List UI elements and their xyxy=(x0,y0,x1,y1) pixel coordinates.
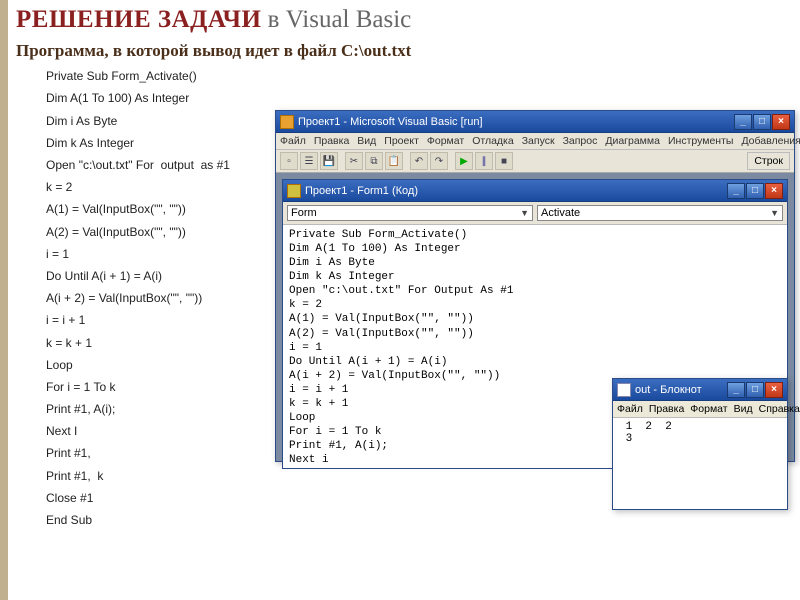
procedure-dropdown-value: Activate xyxy=(541,207,580,219)
notepad-title: out - Блокнот xyxy=(635,384,727,396)
notepad-maximize-button[interactable]: □ xyxy=(746,382,764,398)
notepad-menu-item[interactable]: Правка xyxy=(649,403,684,415)
slide-subtitle: Программа, в которой вывод идет в файл C… xyxy=(16,40,792,61)
title-rest: в Visual Basic xyxy=(261,6,411,33)
chevron-down-icon: ▼ xyxy=(520,208,529,218)
menu-item[interactable]: Запуск xyxy=(522,135,555,147)
vb-app-icon xyxy=(280,115,294,129)
toolbar-copy-icon[interactable]: ⧉ xyxy=(365,152,383,170)
ide-menubar: Файл Правка Вид Проект Формат Отладка Запуск За… xyxy=(276,133,794,150)
notepad-titlebar[interactable]: out - Блокнот _ □ × xyxy=(613,379,787,401)
menu-item[interactable]: Отладка xyxy=(472,135,514,147)
slide-left-accent xyxy=(0,0,8,600)
minimize-button[interactable]: _ xyxy=(734,114,752,130)
notepad-menu-item[interactable]: Файл xyxy=(617,403,643,415)
notepad-close-button[interactable]: × xyxy=(765,382,783,398)
codewin-minimize-button[interactable]: _ xyxy=(727,183,745,199)
toolbar-undo-icon[interactable]: ↶ xyxy=(410,152,428,170)
menu-item[interactable]: Файл xyxy=(280,135,306,147)
maximize-button[interactable]: □ xyxy=(753,114,771,130)
toolbar-open-icon[interactable]: ☰ xyxy=(300,152,318,170)
notepad-menu-item[interactable]: Формат xyxy=(690,403,727,415)
notepad-menu-item[interactable]: Справка xyxy=(759,403,800,415)
menu-item[interactable]: Формат xyxy=(427,135,464,147)
toolbar-pause-icon[interactable]: ∥ xyxy=(475,152,493,170)
notepad-menubar: ФайлПравкаФорматВидСправка xyxy=(613,401,787,418)
ide-title: Проект1 - Microsoft Visual Basic [run] xyxy=(298,116,734,128)
chevron-down-icon: ▼ xyxy=(770,208,779,218)
object-dropdown-value: Form xyxy=(291,207,317,219)
menu-item[interactable]: Инструменты xyxy=(668,135,733,147)
codewin-maximize-button[interactable]: □ xyxy=(746,183,764,199)
code-line: Dim A(1 To 100) As Integer xyxy=(46,87,792,109)
notepad-icon xyxy=(617,383,631,397)
menu-item[interactable]: Правка xyxy=(314,135,349,147)
menu-item[interactable]: Добавления xyxy=(741,135,800,147)
menu-item[interactable]: Вид xyxy=(357,135,376,147)
toolbar-cut-icon[interactable]: ✂ xyxy=(345,152,363,170)
object-dropdown[interactable]: Form ▼ xyxy=(287,205,533,221)
close-button[interactable]: × xyxy=(772,114,790,130)
menu-item[interactable]: Диаграмма xyxy=(605,135,660,147)
code-line: Private Sub Form_Activate() xyxy=(46,65,792,87)
menu-item[interactable]: Запрос xyxy=(563,135,598,147)
toolbar-paste-icon[interactable]: 📋 xyxy=(385,152,403,170)
codewin-titlebar[interactable]: Проект1 - Form1 (Код) _ □ × xyxy=(283,180,787,202)
notepad-window: out - Блокнот _ □ × ФайлПравкаФорматВидС… xyxy=(612,378,788,510)
code-line: End Sub xyxy=(46,509,792,531)
toolbar-new-icon[interactable]: ▫ xyxy=(280,152,298,170)
ide-toolbar: ▫ ☰ 💾 ✂ ⧉ 📋 ↶ ↷ ▶ ∥ ■ Строк xyxy=(276,150,794,173)
slide-title: РЕШЕНИЕ ЗАДАЧИ в Visual Basic xyxy=(16,6,792,34)
codewin-icon xyxy=(287,184,301,198)
procedure-dropdown[interactable]: Activate ▼ xyxy=(537,205,783,221)
toolbar-stop-icon[interactable]: ■ xyxy=(495,152,513,170)
notepad-minimize-button[interactable]: _ xyxy=(727,382,745,398)
codewin-title: Проект1 - Form1 (Код) xyxy=(305,185,727,197)
title-red: РЕШЕНИЕ ЗАДАЧИ xyxy=(16,6,261,33)
toolbar-status: Строк xyxy=(747,152,790,170)
notepad-content[interactable]: 1 2 2 3 xyxy=(613,418,787,508)
toolbar-run-icon[interactable]: ▶ xyxy=(455,152,473,170)
toolbar-save-icon[interactable]: 💾 xyxy=(320,152,338,170)
codewin-close-button[interactable]: × xyxy=(765,183,783,199)
toolbar-redo-icon[interactable]: ↷ xyxy=(430,152,448,170)
menu-item[interactable]: Проект xyxy=(384,135,419,147)
notepad-menu-item[interactable]: Вид xyxy=(734,403,753,415)
ide-titlebar[interactable]: Проект1 - Microsoft Visual Basic [run] _… xyxy=(276,111,794,133)
